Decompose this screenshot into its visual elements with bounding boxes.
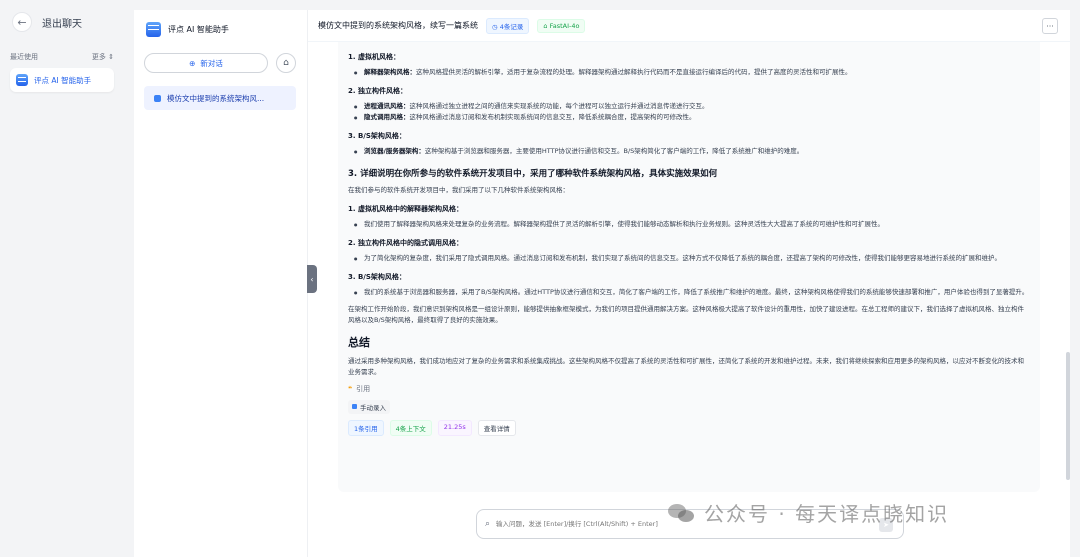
app-logo-icon xyxy=(16,74,28,86)
message-content: 1. 虚拟机风格： 解释器架构风格：这种风格提供灵活的解析引擎，适用于复杂流程的… xyxy=(338,42,1040,492)
app-name: 评点 AI 智能助手 xyxy=(168,25,229,34)
document-icon xyxy=(352,404,357,409)
app-sidebar: ← 退出聊天 最近使用 更多 ⇕ 评点 AI 智能助手 xyxy=(0,0,124,557)
section-heading: 3. B/S架构风格： xyxy=(348,273,406,281)
list-item-bold: 隐式调用风格： xyxy=(364,113,410,121)
new-chat-button[interactable]: ⊕ 新对话 xyxy=(144,53,268,73)
list-item-bold: 浏览器/服务器架构： xyxy=(364,147,425,155)
wechat-logo-icon xyxy=(668,502,696,524)
paragraph: 在架构工作开始阶段，我们意识到架构风格是一组设计原则，能够提供抽象框架模式，为我… xyxy=(348,305,1024,324)
list-item-bold: 进程通讯风格： xyxy=(364,102,410,110)
list-item-text: 这种风格通过消息订阅和发布机制实现系统间的信息交互，降低系统耦合度，提高架构的可… xyxy=(409,113,696,121)
section-heading: 2. 独立构件风格中的隐式调用风格： xyxy=(348,239,463,247)
back-arrow-icon: ← xyxy=(12,12,32,32)
list-item-bold: 解释器架构风格： xyxy=(364,68,416,76)
conversation-item[interactable]: 模仿文中提到的系统架构风... xyxy=(144,86,296,110)
chat-panel-header: 评点 AI 智能助手 xyxy=(146,22,229,37)
list-item: 隐式调用风格：这种风格通过消息订阅和发布机制实现系统间的信息交互，降低系统耦合度… xyxy=(348,112,1030,123)
recent-app-item[interactable]: 评点 AI 智能助手 xyxy=(10,68,114,92)
model-tag-label: FastAI-4o xyxy=(549,21,580,30)
context-count-chip[interactable]: 4条上下文 xyxy=(389,419,432,436)
main-chat-area: 模仿文中提到的系统架构风格，续写一篇系统 ◷ 4条记录 ⌂ FastAI-4o … xyxy=(308,10,1070,557)
chat-title: 模仿文中提到的系统架构风格，续写一篇系统 xyxy=(318,21,478,30)
chat-list-panel: 评点 AI 智能助手 ⊕ 新对话 ⌂ 模仿文中提到的系统架构风... xyxy=(134,10,308,557)
list-item: 解释器架构风格：这种风格提供灵活的解析引擎，适用于复杂流程的处理。解释器架构通过… xyxy=(348,67,1030,78)
home-icon: ⌂ xyxy=(283,58,289,68)
list-item: 为了简化架构的复杂度，我们采用了隐式调用风格。通过消息订阅和发布机制，我们实现了… xyxy=(348,253,1030,264)
list-item: 我们的系统基于浏览器和服务器，采用了B/S架构风格。通过HTTP协议进行通信和交… xyxy=(348,287,1030,298)
attachment-icon[interactable]: ⌕ xyxy=(485,519,490,529)
recent-header: 最近使用 更多 ⇕ xyxy=(10,52,114,62)
more-button[interactable]: 更多 ⇕ xyxy=(92,52,114,62)
home-button[interactable]: ⌂ xyxy=(276,53,296,73)
watermark: 公众号 · 每天译点晓知识 xyxy=(668,498,949,527)
list-item-text: 这种风格通过独立进程之间的通信来实现系统的功能，每个进程可以独立运行并通过消息传… xyxy=(409,102,709,110)
message-meta-chips: 1条引用 4条上下文 21.25s 查看详情 xyxy=(348,419,1030,436)
scrollbar[interactable] xyxy=(1066,352,1070,480)
records-tag-label: 4条记录 xyxy=(499,22,524,31)
list-item: 浏览器/服务器架构：这种架构基于浏览器和服务器，主要使用HTTP协议进行通信和交… xyxy=(348,146,1030,157)
section-heading: 3. B/S架构风格： xyxy=(348,132,406,140)
list-item: 我们使用了解释器架构风格来处理复杂的业务流程。解释器架构提供了灵活的解析引擎，使… xyxy=(348,219,1030,230)
citation-label-text: 引用 xyxy=(356,385,371,393)
paragraph: 在我们参与的软件系统开发项目中，我们采用了以下几种软件系统架构风格： xyxy=(348,186,569,194)
list-item: 进程通讯风格：这种风格通过独立进程之间的通信来实现系统的功能，每个进程可以独立运… xyxy=(348,101,1030,112)
response-time-chip: 21.25s xyxy=(437,419,472,436)
list-item-text: 这种风格提供灵活的解析引擎，适用于复杂流程的处理。解释器架构通过解释执行代码而不… xyxy=(416,68,852,76)
citation-label: ❝ 引用 xyxy=(348,384,1030,394)
section-heading: 1. 虚拟机风格： xyxy=(348,53,400,61)
watermark-text: 公众号 · 每天译点晓知识 xyxy=(704,502,950,526)
quote-icon: ❝ xyxy=(348,385,353,393)
summary-heading: 总结 xyxy=(348,336,370,349)
section-heading: 2. 独立构件风格： xyxy=(348,87,407,95)
recent-label: 最近使用 xyxy=(10,53,38,61)
chat-bubble-icon xyxy=(154,94,161,102)
chevron-left-icon: ‹ xyxy=(310,274,314,284)
chat-topbar: 模仿文中提到的系统架构风格，续写一篇系统 ◷ 4条记录 ⌂ FastAI-4o … xyxy=(308,10,1070,42)
exit-chat-label: 退出聊天 xyxy=(42,18,82,30)
conversation-title: 模仿文中提到的系统架构风... xyxy=(167,93,265,103)
collapse-panel-handle[interactable]: ‹ xyxy=(307,265,317,293)
view-details-button[interactable]: 查看详情 xyxy=(477,419,516,436)
model-tag: ⌂ FastAI-4o xyxy=(537,18,586,33)
records-tag[interactable]: ◷ 4条记录 xyxy=(486,17,530,34)
section-heading: 1. 虚拟机风格中的解释器架构风格： xyxy=(348,205,463,213)
summary-paragraph: 通过采用多种架构风格，我们成功地应对了复杂的业务需求和系统集成挑战。这些架构风格… xyxy=(348,357,1024,376)
citation-chip-label: 手动录入 xyxy=(360,403,386,412)
recent-app-label: 评点 AI 智能助手 xyxy=(34,75,92,85)
question-heading: 3. 详细说明在你所参与的软件系统开发项目中，采用了哪种软件系统架构风格，具体实… xyxy=(348,169,718,179)
more-options-button[interactable]: ··· xyxy=(1042,18,1058,34)
citations-count-chip[interactable]: 1条引用 xyxy=(348,419,384,436)
exit-chat-button[interactable]: ← 退出聊天 xyxy=(12,12,82,32)
citation-chip[interactable]: 手动录入 xyxy=(348,399,390,414)
new-chat-icon: ⊕ xyxy=(189,58,196,68)
list-item-text: 这种架构基于浏览器和服务器，主要使用HTTP协议进行通信和交互。B/S架构简化了… xyxy=(424,147,804,155)
new-chat-label: 新对话 xyxy=(200,58,223,68)
app-logo-icon xyxy=(146,22,161,37)
